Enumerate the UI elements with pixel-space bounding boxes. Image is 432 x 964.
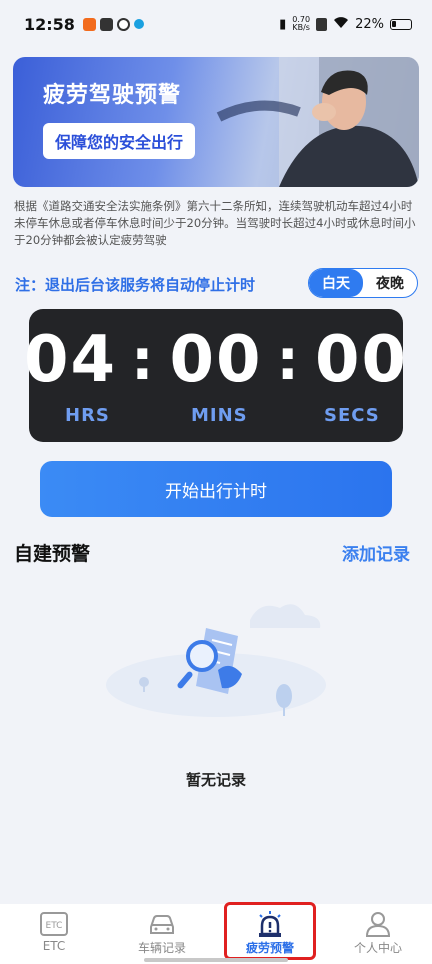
countdown-timer: 04 : 00 : 00 HRS MINS SECS [24,309,406,442]
vibrate-icon: ▮ [279,16,287,32]
timer-hours: 04 [24,323,118,397]
tab-personal-center[interactable]: 个人中心 [324,904,432,964]
etc-icon: ETC [39,909,69,939]
timer-minutes: 00 [169,323,263,397]
network-speed: 0.70 KB/s [292,16,310,32]
day-night-toggle[interactable]: 白天 夜晚 [308,268,418,298]
timer-seconds: 00 [314,323,408,397]
banner-title: 疲劳驾驶预警 [43,83,182,108]
tab-etc[interactable]: ETC ETC [0,904,108,964]
drowsy-driver-illustration [216,57,419,187]
wifi-icon [333,16,349,33]
regulation-description: 根据《道路交通安全法实施条例》第六十二条所知，连续驾驶机动车超过4小时未停车休息… [14,199,416,247]
timer-colon: : [276,327,301,393]
toggle-day[interactable]: 白天 [309,269,363,297]
cloud-notification-icon [133,19,144,29]
seconds-label: SECS [324,405,380,426]
status-bar: 12:58 ▮ 0.70 KB/s 22% [0,0,432,48]
link-notification-icon [116,17,130,31]
tab-label: ETC [42,939,66,953]
tab-label: 个人中心 [353,941,402,955]
svg-text:ETC: ETC [46,921,63,931]
app-notification-icon [82,17,96,31]
toggle-night[interactable]: 夜晚 [363,269,417,297]
background-notice: 注：退出后台该服务将自动停止计时 [15,276,256,294]
timer-digits: 04 : 00 : 00 [24,323,406,397]
hours-label: HRS [65,405,110,426]
home-indicator[interactable] [144,958,288,962]
timer-colon: : [131,327,156,393]
person-icon [363,909,393,939]
car-icon [147,909,177,939]
network-speed-unit: KB/s [292,23,310,32]
custom-alerts-title: 自建预警 [14,543,91,565]
battery-icon [390,18,412,30]
empty-state-text: 暂无记录 [185,771,246,789]
selected-tab-highlight [224,902,316,960]
minutes-label: MINS [191,405,248,426]
banner-subtitle: 保障您的安全出行 [43,123,196,159]
empty-state-illustration [106,604,326,717]
tab-label: 车辆记录 [137,941,186,955]
tab-vehicle-records[interactable]: 车辆记录 [108,904,216,964]
status-time: 12:58 [24,14,75,34]
fatigue-banner: 疲劳驾驶预警 保障您的安全出行 [13,57,419,187]
sim-off-icon [316,17,328,31]
tab-fatigue-alert[interactable]: 疲劳预警 [216,902,324,964]
bottom-tab-bar: ETC ETC 车辆记录 疲劳预警 个人中心 [0,902,432,964]
add-record-link[interactable]: 添加记录 [342,540,410,565]
battery-percent: 22% [355,16,384,32]
start-trip-timer-button[interactable]: 开始出行计时 [40,461,392,517]
play-notification-icon [99,17,113,31]
status-right: ▮ 0.70 KB/s 22% [279,16,412,33]
